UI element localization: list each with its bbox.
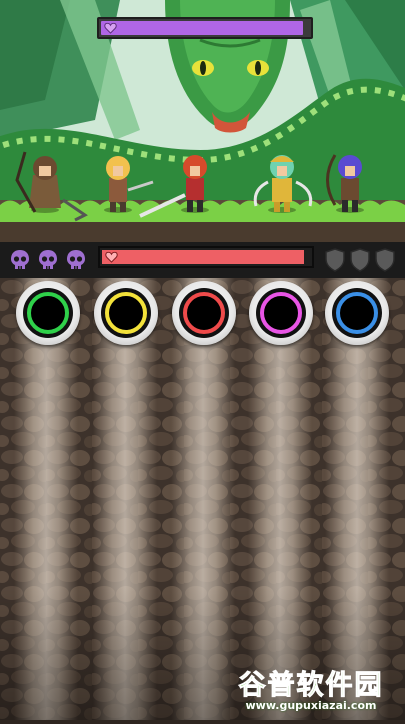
- lane-button-pink[interactable]: [249, 281, 313, 345]
- lane-button-green[interactable]: [16, 281, 80, 345]
- heart-icon: [105, 251, 118, 263]
- watermark: 谷普软件园 www.gupuxiazai.com: [223, 663, 399, 715]
- red-ring-icon: [183, 292, 225, 334]
- lane-button-blue[interactable]: [325, 281, 389, 345]
- skull-icon: [67, 250, 85, 269]
- hero-blonde-warrior: [104, 156, 154, 213]
- party-health-bar: [98, 246, 314, 268]
- watermark-title: 谷普软件园: [238, 670, 384, 702]
- watermark-url: www.gupuxiazai.com: [245, 699, 377, 712]
- lane-button-yellow[interactable]: [94, 281, 158, 345]
- battle-scene: [0, 0, 405, 245]
- skull-icon: [11, 250, 29, 269]
- party-health-fill: [102, 250, 304, 264]
- boss-health-fill: [101, 21, 303, 35]
- blue-ring-icon: [336, 292, 378, 334]
- lane-button-red[interactable]: [172, 281, 236, 345]
- shield-icon: [325, 248, 345, 272]
- yellow-ring-icon: [105, 292, 147, 334]
- hero-blue-archer: [326, 154, 364, 213]
- shield-icon: [350, 248, 370, 272]
- hero-green-knight: [253, 155, 313, 213]
- boss-health-bar: [97, 17, 313, 39]
- heart-icon: [104, 22, 117, 34]
- skull-icon: [39, 250, 57, 269]
- shield-icon: [375, 248, 395, 272]
- green-ring-icon: [27, 292, 69, 334]
- hero-druid: [15, 151, 88, 222]
- pink-ring-icon: [260, 292, 302, 334]
- hero-red-swordsman: [139, 155, 209, 218]
